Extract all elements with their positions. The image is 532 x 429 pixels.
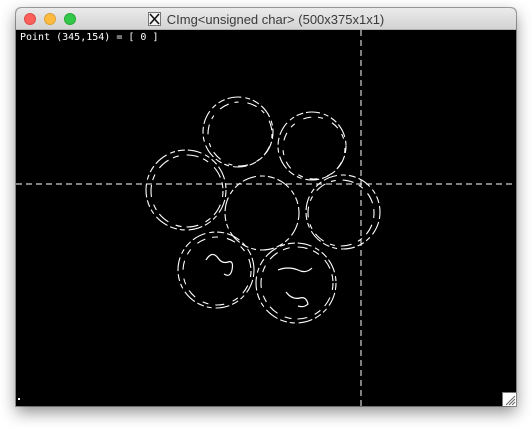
window-title-group: CImg<unsigned char> (500x375x1x1) [16,8,516,30]
title-bar[interactable]: CImg<unsigned char> (500x375x1x1) [16,8,516,30]
edge-circle-inner [207,101,273,167]
pixel-value-readout: Point (345,154) = [ 0 ] [20,32,159,43]
edge-circle [277,111,347,181]
window-title: CImg<unsigned char> (500x375x1x1) [166,11,385,27]
edge-circle [255,242,337,324]
edge-circle-inner [282,116,346,180]
edge-circle-inner [260,246,334,320]
resize-grip-icon [505,395,516,406]
edge-circle [145,149,227,231]
crosshair [16,30,516,406]
edge-circle [305,174,381,250]
edge-circle [177,231,255,309]
resize-grip[interactable] [502,392,516,406]
edge-image [16,30,516,406]
edge-detail [277,267,313,308]
image-canvas[interactable]: Point (345,154) = [ 0 ] [16,30,516,406]
edge-circle [224,175,300,251]
edge-circle-inner [182,236,252,306]
edge-circle [202,96,274,168]
edge-circle-inner [150,154,224,228]
app-window: CImg<unsigned char> (500x375x1x1) Point … [16,8,516,406]
edge-detail [205,253,234,276]
edge-circle-inner [307,179,375,247]
pixel-marker [18,398,20,400]
x11-icon [147,12,161,26]
